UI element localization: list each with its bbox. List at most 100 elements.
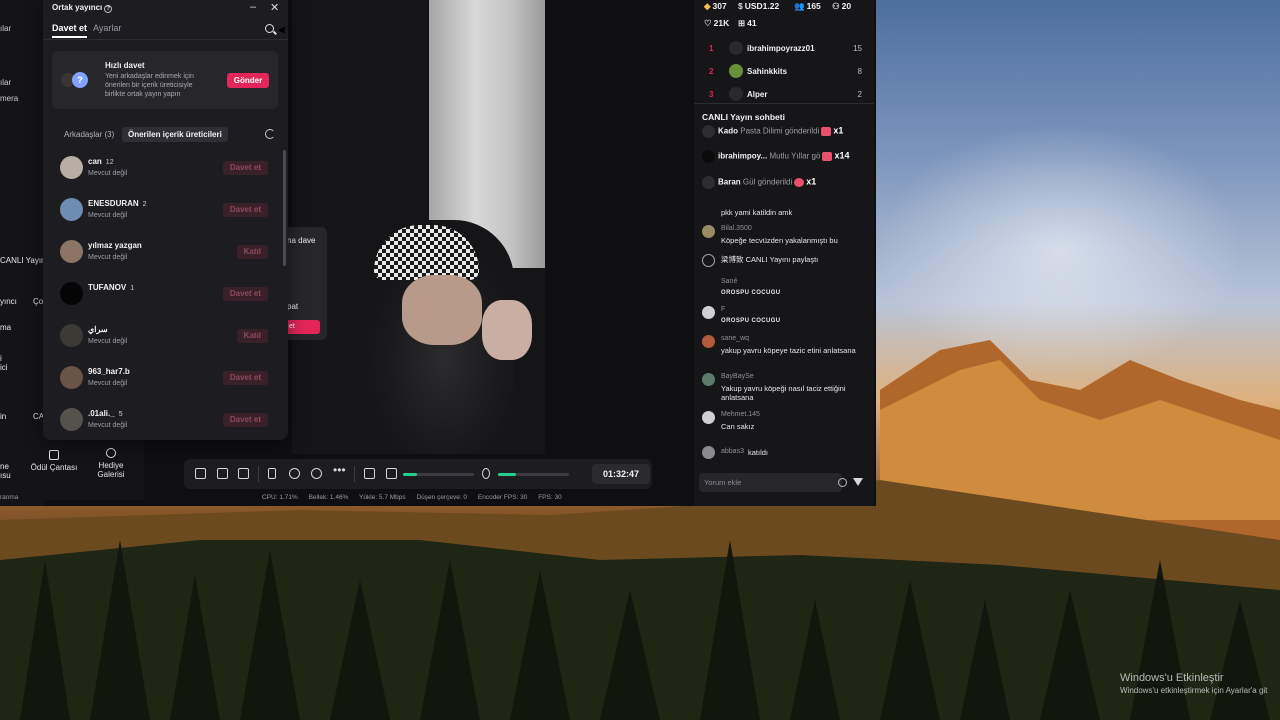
- viewers-kpi: 👥 165: [794, 1, 821, 11]
- likes-small-kpi: ⚇ 20: [832, 1, 852, 11]
- settings-sliders-icon[interactable]: [364, 468, 375, 479]
- rank-score: 2: [857, 90, 862, 99]
- rank-name: Alper: [747, 90, 768, 99]
- video-preview[interactable]: [292, 0, 545, 454]
- quick-invite-card: ? Hızlı davet Yeni arkadaşlar edinmek iç…: [52, 51, 278, 109]
- user-name: yılmaz yazgan: [88, 241, 142, 250]
- avatar: [60, 282, 83, 305]
- gift-icon: ⊞: [738, 18, 746, 28]
- invite-button[interactable]: Davet et: [222, 371, 268, 385]
- magic-wand-icon[interactable]: [195, 468, 206, 479]
- message-user: sane_wq: [721, 335, 750, 342]
- user-status: Mevcut değil: [88, 422, 128, 429]
- phone-icon[interactable]: [268, 468, 276, 479]
- record-icon[interactable]: [289, 468, 300, 479]
- gift-gallery-tile[interactable]: Hediye Galerisi: [86, 448, 136, 479]
- close-icon[interactable]: ✕: [270, 1, 279, 14]
- birthday-cake-icon: [822, 152, 833, 161]
- tab-settings[interactable]: Ayarlar: [93, 23, 121, 33]
- rank-number: 1: [709, 44, 714, 53]
- popup-header: Ortak yayıncı?: [52, 3, 113, 13]
- reward-bag-label: Ödül Çantası: [30, 463, 78, 472]
- overlay-button[interactable]: et: [287, 320, 320, 334]
- avatar: [702, 411, 715, 424]
- avatar: [702, 225, 715, 238]
- user-name: can 12: [88, 157, 114, 166]
- invite-button[interactable]: Davet et: [222, 203, 268, 217]
- invite-button[interactable]: Davet et: [222, 161, 268, 175]
- activation-title: Windows'u Etkinleştir: [1120, 672, 1224, 684]
- invite-button[interactable]: Davet et: [222, 413, 268, 427]
- gift-gallery-label: Hediye Galerisi: [97, 461, 125, 479]
- ranking-row[interactable]: 3 Alper 2: [701, 84, 869, 102]
- stream-toolbar: ••• 01:32:47: [184, 459, 652, 489]
- rail-item[interactable]: i ici: [0, 354, 10, 372]
- message-text: Yakup yavru köpeği nasıl taciz ettiğini …: [721, 384, 846, 402]
- rail-item[interactable]: mera: [0, 94, 18, 103]
- emoji-icon[interactable]: [838, 478, 847, 487]
- camera-flip-icon[interactable]: [311, 468, 322, 479]
- rail-item[interactable]: ılar: [0, 78, 11, 87]
- scrollbar[interactable]: [283, 150, 286, 266]
- rail-item[interactable]: yıncı: [0, 297, 17, 306]
- reward-bag-tile[interactable]: Ödül Çantası: [29, 450, 79, 472]
- message-text: pkk yami katildin amk: [721, 208, 793, 217]
- avatar: [702, 176, 715, 189]
- rail-item[interactable]: ılar: [0, 24, 11, 33]
- user-status: Mevcut değil: [88, 212, 128, 219]
- follower-count: 12: [105, 159, 114, 166]
- fps-stat: FPS: 30: [538, 494, 562, 501]
- question-icon: ?: [72, 72, 88, 88]
- tab-friends[interactable]: Arkadaşlar (3): [58, 127, 120, 142]
- follower-count: 5: [118, 411, 123, 418]
- avatar: [60, 156, 83, 179]
- join-button[interactable]: Katıl: [236, 329, 268, 343]
- users-icon: 👥: [794, 1, 805, 11]
- mic-slider[interactable]: [498, 473, 569, 476]
- message-text: Can sakız: [721, 422, 755, 431]
- user-name: .01ali._ 5: [88, 409, 123, 418]
- message-user: BayBaySe: [721, 373, 754, 380]
- tab-invite[interactable]: Davet et: [52, 23, 88, 38]
- follower-count: 2: [142, 201, 147, 208]
- user-name: سراي: [88, 325, 108, 334]
- send-button[interactable]: Gönder: [227, 73, 269, 88]
- divider: [43, 39, 288, 40]
- upload-stat: Yükle: 5.7 Mbps: [359, 494, 406, 501]
- ranking-row[interactable]: 1 ibrahimpoyrazz01 15: [701, 38, 869, 60]
- rail-item[interactable]: ne ısu: [0, 462, 11, 480]
- memory-stat: Bellek: 1.46%: [308, 494, 349, 501]
- rail-item[interactable]: CANLI Yayın: [0, 256, 46, 265]
- search-icon[interactable]: [265, 24, 274, 33]
- more-icon[interactable]: •••: [333, 463, 346, 477]
- layout-icon[interactable]: [217, 468, 228, 479]
- rail-item[interactable]: in: [0, 412, 6, 421]
- user-status: Mevcut değil: [88, 338, 128, 345]
- diamond-icon: ◆: [704, 1, 711, 11]
- quick-invite-avatars: ?: [61, 71, 88, 89]
- message-user: F: [721, 306, 726, 313]
- bottom-label: ranma: [0, 494, 19, 501]
- tab-suggested-creators[interactable]: Önerilen içerik üreticileri: [122, 127, 228, 142]
- refresh-icon[interactable]: [265, 129, 275, 139]
- rail-item[interactable]: Ço: [33, 297, 43, 306]
- microphone-icon[interactable]: [482, 468, 490, 479]
- dollar-icon: $: [738, 1, 743, 11]
- ranking-row[interactable]: 2 Sahinkkits 8: [701, 61, 869, 83]
- volume-slider[interactable]: [403, 473, 474, 476]
- minimize-icon[interactable]: –: [250, 1, 256, 13]
- rail-item[interactable]: ma: [0, 323, 11, 332]
- add-source-icon[interactable]: [238, 468, 249, 479]
- user-name: TUFANOV 1: [88, 283, 135, 292]
- bag-icon: [49, 450, 59, 460]
- invite-button[interactable]: Davet et: [222, 287, 268, 301]
- comment-input[interactable]: Yorum ekle: [699, 473, 842, 492]
- speaker-icon[interactable]: [386, 468, 397, 479]
- join-button[interactable]: Katıl: [236, 245, 268, 259]
- divider: [258, 466, 259, 482]
- user-row: yılmaz yazgan Mevcut değil Katıl: [60, 234, 276, 270]
- user-row: can 12 Mevcut değil Davet et: [60, 150, 276, 186]
- dropped-frames-stat: Düşen çerçeve: 0: [416, 494, 468, 501]
- help-icon[interactable]: ?: [104, 5, 113, 13]
- send-icon[interactable]: [853, 478, 863, 486]
